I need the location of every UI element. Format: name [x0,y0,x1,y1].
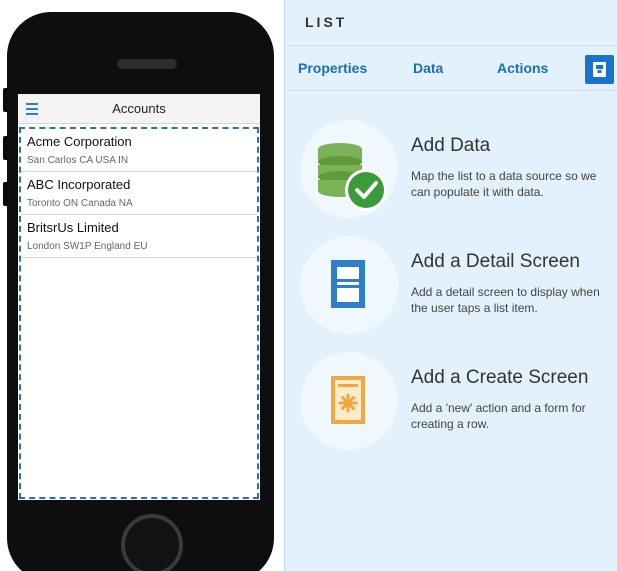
app-header: Accounts [18,94,260,124]
phone-volume-down-button [3,182,9,206]
phone-speaker [117,59,177,69]
phone-volume-up-button [3,136,9,160]
phone-mute-button [3,88,9,112]
list-item[interactable]: BritsrUs Limited London SW1P England EU [21,215,257,258]
app-header-title: Accounts [112,101,166,116]
database-check-icon [318,143,387,211]
panel-tabs: Properties Data Actions [285,46,617,91]
list-item-subtitle: Toronto ON Canada NA [27,198,133,209]
list-item[interactable]: ABC Incorporated Toronto ON Canada NA [21,172,257,215]
list-item-subtitle: London SW1P England EU [27,241,148,252]
add-detail-screen-icon-circle [300,236,398,334]
tab-properties[interactable]: Properties [298,60,367,76]
add-create-screen-title: Add a Create Screen [411,367,589,388]
tab-data[interactable]: Data [413,60,443,76]
add-detail-screen-description: Add a detail screen to display when the … [411,285,600,315]
detail-screen-icon [331,260,365,308]
add-data-icon-circle [300,120,398,218]
list-item-title: BritsrUs Limited [27,220,119,235]
add-detail-screen-title: Add a Detail Screen [411,251,580,272]
tab-actions[interactable]: Actions [497,60,548,76]
list-item-subtitle: San Carlos CA USA IN [27,155,129,166]
add-create-screen-icon-circle [300,352,398,450]
add-data-action[interactable]: Add Data Map the list to a data source s… [285,120,617,230]
screen-settings-icon[interactable] [585,55,614,84]
list-control[interactable]: Acme Corporation San Carlos CA USA IN AB… [19,127,259,499]
hamburger-menu-icon[interactable] [26,103,38,115]
design-canvas: Accounts Acme Corporation San Carlos CA … [0,0,284,571]
phone-screen: Accounts Acme Corporation San Carlos CA … [18,94,260,500]
list-item-title: Acme Corporation [27,134,132,149]
add-create-screen-action[interactable]: Add a Create Screen Add a 'new' action a… [285,352,617,462]
list-item[interactable]: Acme Corporation San Carlos CA USA IN [21,129,257,172]
panel-title: LIST [285,0,617,46]
add-data-description: Map the list to a data source so we can … [411,169,597,199]
list-panel: LIST Properties Data Actions Add Data Ma… [284,0,617,571]
add-detail-screen-action[interactable]: Add a Detail Screen Add a detail screen … [285,236,617,346]
list-item-title: ABC Incorporated [27,177,131,192]
create-screen-icon [331,376,365,424]
add-create-screen-description: Add a 'new' action and a form for creati… [411,401,586,431]
add-data-title: Add Data [411,135,491,156]
phone-home-button [121,514,183,571]
